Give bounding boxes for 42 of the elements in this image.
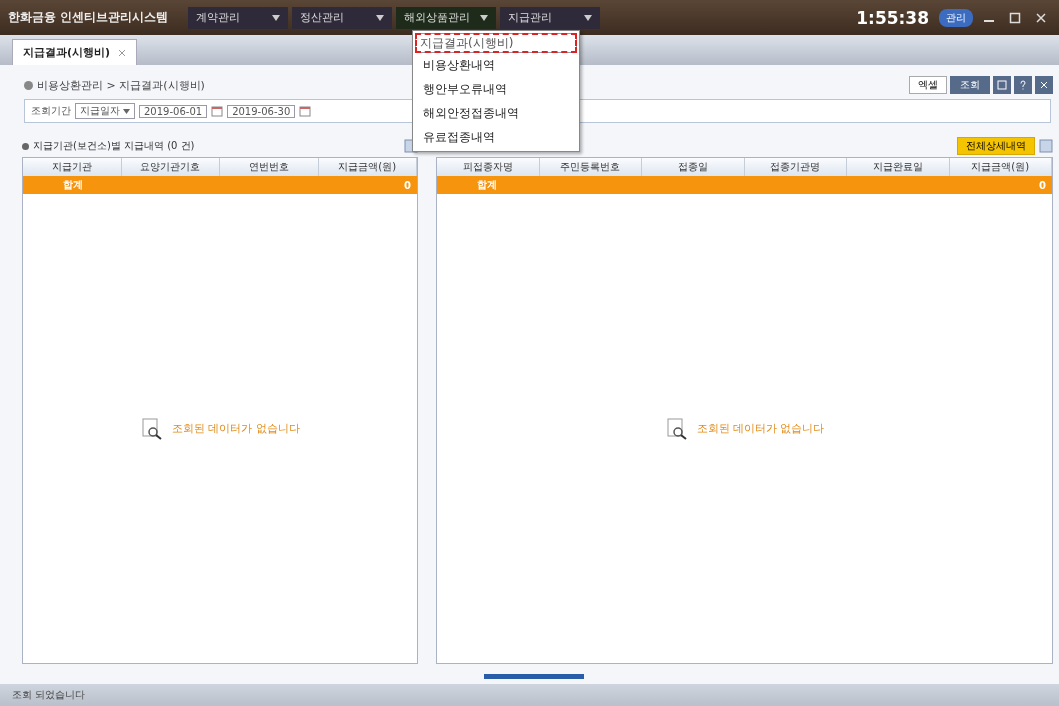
tab[interactable]: 지급결과(시행비)	[12, 39, 138, 65]
caret-icon	[480, 14, 489, 21]
clock-time: 1:55:38	[856, 7, 929, 28]
magnifier-document-icon	[664, 416, 689, 441]
caret-icon	[376, 14, 385, 21]
filter-label: 조회기간	[31, 104, 71, 118]
status-text: 조회 되었습니다	[12, 688, 86, 702]
detail-button[interactable]: 전체상세내역	[957, 137, 1035, 155]
period-select[interactable]: 지급일자	[75, 103, 135, 119]
excel-button[interactable]: 엑셀	[909, 76, 947, 94]
total-value: 0	[1039, 179, 1046, 191]
save-icon[interactable]	[993, 76, 1011, 94]
menu-item[interactable]: 지급결과(시행비)	[415, 33, 577, 53]
date-field[interactable]: 2019-06-30	[227, 104, 296, 118]
empty-message: 조회된 데이터가 없습니다	[172, 421, 300, 436]
total-label: 합계	[63, 178, 83, 192]
empty-message: 조회된 데이터가 없습니다	[696, 421, 825, 436]
close-icon[interactable]	[1035, 76, 1053, 94]
menu-button[interactable]: 정산관리	[292, 6, 393, 29]
caret-icon	[272, 14, 281, 21]
date-field[interactable]: 2019-06-01	[139, 104, 208, 118]
total-value: 0	[404, 179, 411, 191]
menu-item[interactable]: 유료접종내역	[413, 125, 579, 149]
menu-item[interactable]: 행안부오류내역	[413, 77, 579, 101]
total-label: 합계	[477, 178, 497, 192]
search-button[interactable]: 조회	[950, 76, 990, 94]
window-title: 한화금융 인센티브관리시스템	[8, 9, 169, 26]
calendar-icon[interactable]	[299, 105, 312, 117]
menu-item[interactable]: 해외안정접종내역	[413, 101, 579, 125]
splitter-handle[interactable]	[484, 674, 584, 679]
caret-icon	[584, 14, 593, 21]
menu-button[interactable]: 지급관리	[500, 6, 601, 29]
help-icon[interactable]	[1014, 76, 1032, 94]
magnifier-document-icon	[140, 416, 164, 441]
panel-title: 지급기관(보건소)별 지급내역 (0 건)	[22, 139, 400, 153]
menu-item[interactable]: 비용상환내역	[413, 53, 579, 77]
menu-button[interactable]: 계약관리	[188, 6, 289, 29]
calendar-icon[interactable]	[211, 105, 224, 117]
user-badge: 관리	[939, 8, 973, 27]
caret-icon	[123, 108, 130, 114]
maximize-icon[interactable]	[1009, 11, 1021, 24]
menu-button[interactable]: 해외상품관리	[396, 6, 497, 29]
